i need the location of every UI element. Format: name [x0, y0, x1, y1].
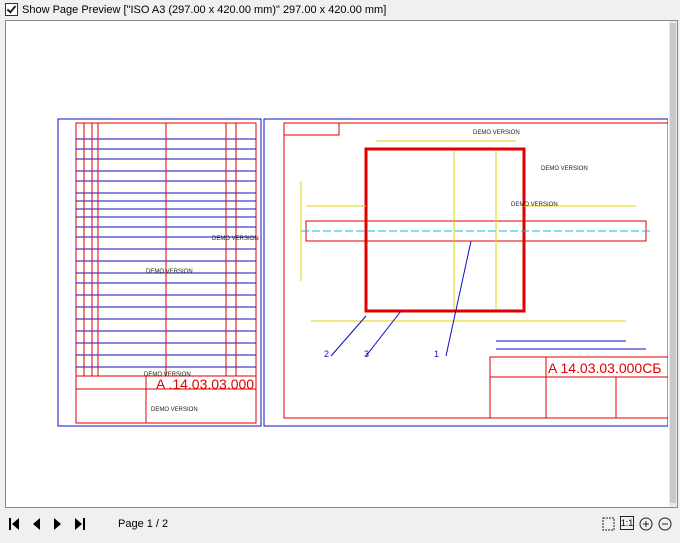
first-page-icon	[9, 518, 19, 530]
drawing-preview: A .14.03.03.000 2 3 1 A 14.03.03.000СБ D…	[57, 118, 669, 427]
actual-size-button[interactable]: 1:1	[620, 516, 634, 530]
scrollbar-thumb[interactable]	[670, 23, 676, 503]
watermark: DEMO VERSION	[151, 407, 198, 413]
right-stamp: A 14.03.03.000СБ	[548, 360, 662, 376]
page-preview-area: A .14.03.03.000 2 3 1 A 14.03.03.000СБ D…	[5, 20, 678, 508]
zoom-out-button[interactable]	[657, 516, 672, 531]
show-preview-label: Show Page Preview ["ISO A3 (297.00 x 420…	[22, 3, 387, 16]
next-page-button[interactable]	[50, 516, 66, 532]
zoom-in-button[interactable]	[638, 516, 653, 531]
first-page-button[interactable]	[6, 516, 22, 532]
watermark: DEMO VERSION	[144, 372, 191, 378]
zoom-in-icon	[639, 517, 652, 530]
page-indicator: Page 1 / 2	[118, 518, 169, 530]
fit-page-button[interactable]	[601, 516, 616, 531]
right-sheet: 2 3 1 A 14.03.03.000СБ	[263, 118, 669, 427]
actual-size-icon: 1:1	[620, 518, 634, 528]
fit-page-icon	[602, 517, 615, 530]
last-page-button[interactable]	[72, 516, 88, 532]
last-page-icon	[75, 518, 85, 530]
vertical-scrollbar[interactable]	[669, 21, 677, 507]
prev-page-icon	[33, 518, 40, 530]
watermark: DEMO VERSION	[146, 269, 193, 275]
watermark: DEMO VERSION	[212, 236, 259, 242]
show-preview-checkbox[interactable]	[5, 3, 18, 16]
preview-toolbar: Page 1 / 2 1:1	[0, 508, 680, 540]
callout-3: 3	[364, 349, 369, 359]
prev-page-button[interactable]	[28, 516, 44, 532]
preview-toggle[interactable]: Show Page Preview ["ISO A3 (297.00 x 420…	[0, 0, 680, 19]
watermark: DEMO VERSION	[511, 202, 558, 208]
zoom-out-icon	[658, 517, 671, 530]
callout-2: 2	[324, 349, 329, 359]
left-stamp: A .14.03.03.000	[156, 376, 254, 392]
watermark: DEMO VERSION	[541, 166, 588, 172]
next-page-icon	[54, 518, 61, 530]
watermark: DEMO VERSION	[473, 130, 520, 136]
callout-1: 1	[434, 349, 439, 359]
